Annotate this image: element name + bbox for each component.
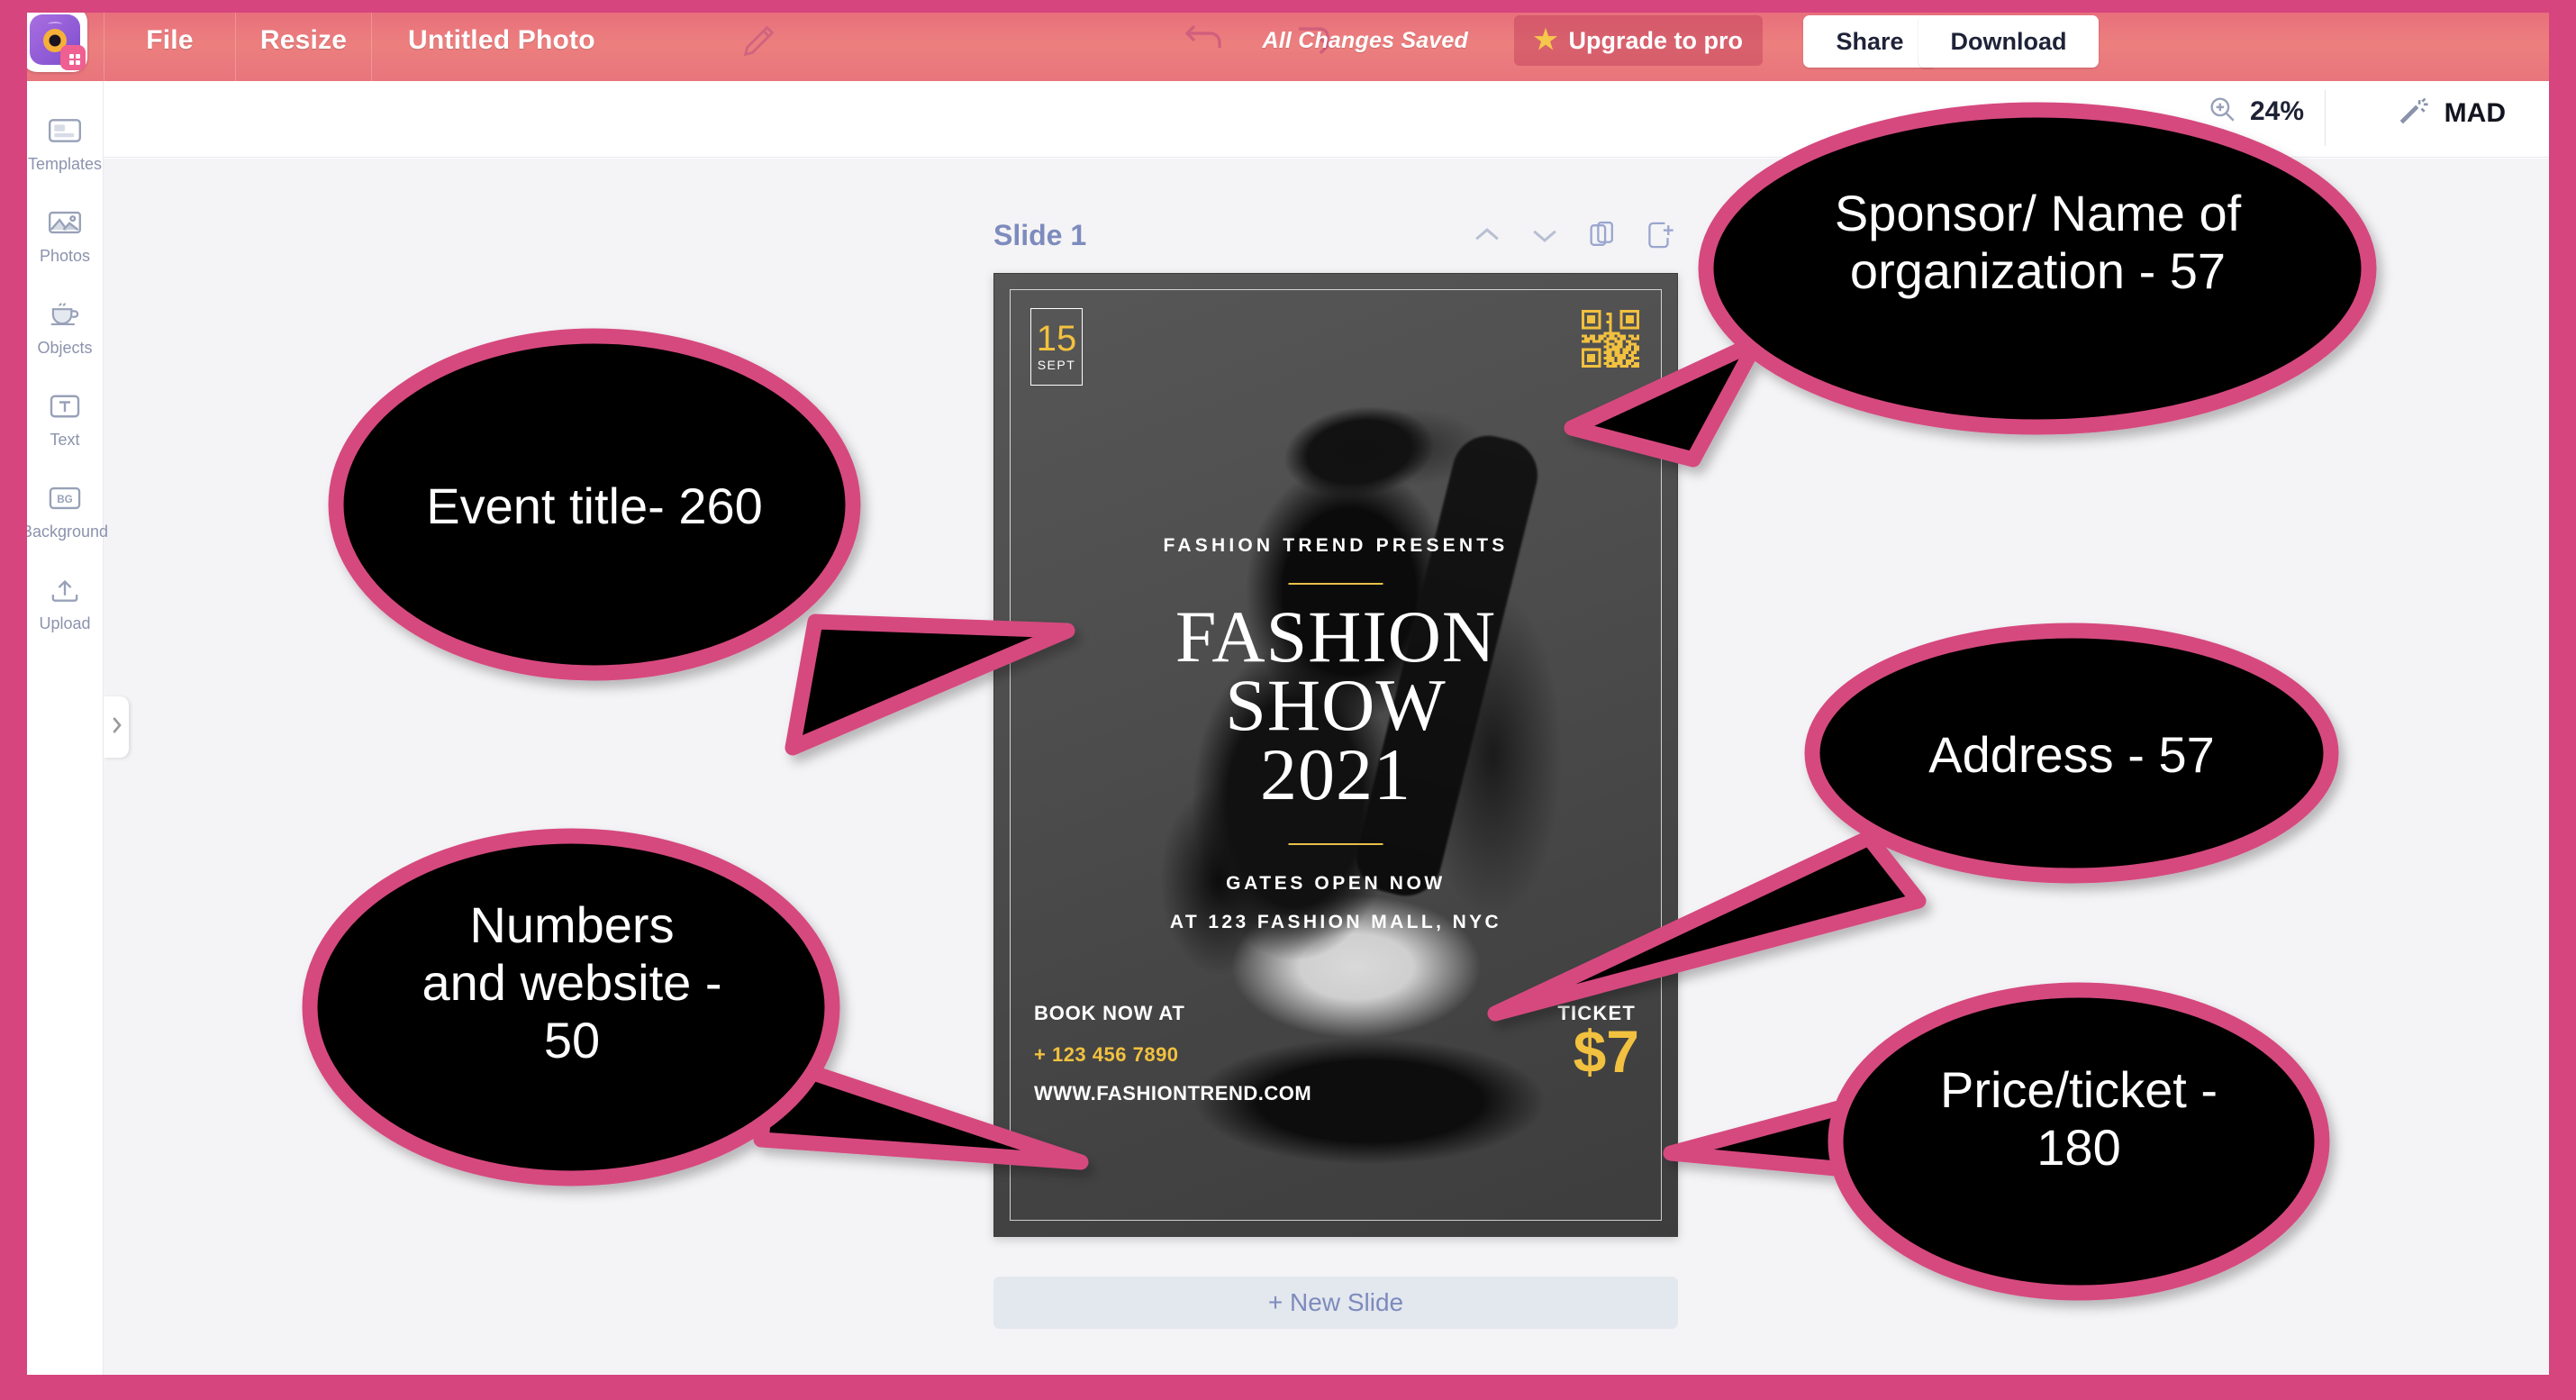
text-t-icon [44,388,86,424]
objects-cup-icon [44,296,86,332]
sidebar-label: Templates [27,155,103,173]
chevron-right-icon [108,714,124,741]
poster-canvas[interactable]: 15 SEPT FASHION TREND PRESENTS FASHION S… [993,273,1678,1237]
save-status: All Changes Saved [1262,28,1468,53]
upgrade-label: Upgrade to pro [1568,26,1744,54]
zoom-level: 24% [2249,95,2304,126]
poster-price[interactable]: $7 [1574,1022,1639,1081]
duplicate-icon[interactable] [1584,217,1620,253]
app-root: File Resize Untitled Photo All Changes S… [0,0,2576,1400]
sidebar-label: Photos [39,247,91,265]
sidebar-item-background[interactable]: BG Background [22,480,108,541]
poster-presents[interactable]: FASHION TREND PRESENTS [994,535,1677,557]
poster-title-line3: 2021 [1260,732,1411,815]
slide-label: Slide 1 [993,218,1087,251]
poster-website[interactable]: WWW.FASHIONTREND.COM [1034,1082,1311,1105]
upload-arrow-icon [44,572,86,608]
add-slide-icon[interactable] [1642,217,1678,253]
poster-date-box[interactable]: 15 SEPT [1030,308,1083,386]
sidebar-item-text[interactable]: Text [27,388,104,450]
poster-rule-top [1288,583,1383,585]
star-icon: ★ [1533,25,1558,55]
undo-arrow-icon[interactable] [1180,18,1230,63]
new-slide-button[interactable]: + New Slide [993,1277,1678,1329]
poster-date-month: SEPT [1037,358,1076,372]
mad-button[interactable]: MAD [2396,94,2506,132]
left-sidebar: Templates Photos Objects Text BG Backgro… [22,81,108,1375]
poster-title[interactable]: FASHION SHOW 2021 [994,595,1677,815]
window-frame-left [0,0,27,1400]
sidebar-item-photos[interactable]: Photos [27,205,104,266]
share-button[interactable]: Share [1803,15,1937,68]
slide-tools [1469,217,1678,253]
photos-image-icon [44,205,86,241]
pencil-icon[interactable] [739,20,780,61]
chevron-down-icon[interactable] [1527,217,1563,253]
zoom-in-magnifier-icon [2207,94,2237,129]
magic-wand-icon [2396,94,2430,132]
poster-date-day: 15 [1036,319,1077,359]
slide-header: Slide 1 [993,213,1678,258]
poster-address[interactable]: AT 123 FASHION MALL, NYC [994,912,1677,933]
poster-rule-bottom [1288,843,1383,845]
window-frame-top [0,0,2576,13]
svg-text:BG: BG [57,494,73,505]
divider [2325,90,2326,146]
poster-phone[interactable]: + 123 456 7890 [1034,1043,1179,1067]
sidebar-label: Objects [37,339,93,357]
qr-code-icon[interactable] [1582,310,1639,368]
mad-label: MAD [2444,97,2506,128]
sidebar-label: Text [50,431,80,449]
poster-title-line1: FASHION [1175,595,1497,677]
sidebar-item-objects[interactable]: Objects [27,296,104,358]
poster-title-line2: SHOW [1225,664,1447,747]
poster-gates[interactable]: GATES OPEN NOW [994,873,1677,895]
window-frame-right [2549,0,2576,1400]
sidebar-label: Background [21,523,109,541]
download-button[interactable]: Download [1918,15,2099,68]
background-bg-icon: BG [44,480,86,516]
sidebar-item-upload[interactable]: Upload [27,572,104,633]
zoom-control[interactable]: 24% [2207,94,2304,129]
templates-icon [44,113,86,149]
upgrade-to-pro-button[interactable]: ★ Upgrade to pro [1513,15,1763,66]
chevron-up-icon[interactable] [1469,217,1505,253]
sidebar-collapse-toggle[interactable] [104,696,129,758]
poster-book-label[interactable]: BOOK NOW AT [1034,1002,1185,1025]
sidebar-label: Upload [39,614,91,632]
camera-eye-logo-icon [30,14,86,70]
sidebar-item-templates[interactable]: Templates [27,113,104,174]
window-frame-bottom [0,1375,2576,1400]
app-logo[interactable] [23,7,87,72]
